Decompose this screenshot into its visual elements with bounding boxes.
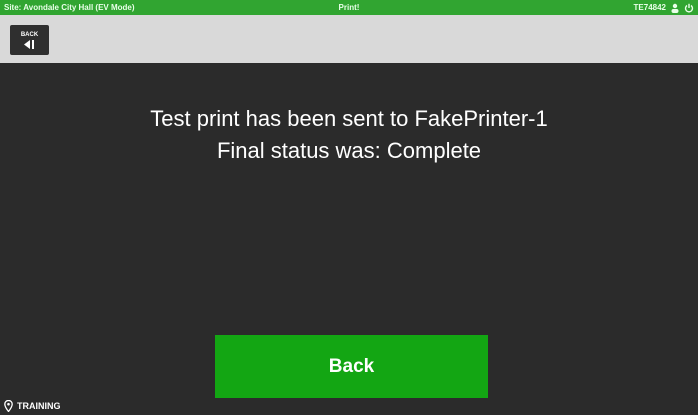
message-line-1: Test print has been sent to FakePrinter-… xyxy=(150,106,548,131)
back-button[interactable]: Back xyxy=(215,335,488,398)
message-area: Test print has been sent to FakePrinter-… xyxy=(0,103,698,167)
training-indicator: TRAINING xyxy=(4,400,61,412)
user-icon xyxy=(670,3,680,13)
toolbar-back-button[interactable]: BACK xyxy=(10,25,49,55)
back-arrow-icon xyxy=(23,39,34,49)
training-label: TRAINING xyxy=(17,401,61,411)
location-pin-icon xyxy=(4,400,13,412)
power-icon[interactable] xyxy=(684,3,694,13)
site-label: Site: Avondale City Hall (EV Mode) xyxy=(4,3,135,12)
status-right: TE74842 xyxy=(634,0,694,15)
status-bar: Site: Avondale City Hall (EV Mode) Print… xyxy=(0,0,698,15)
message-line-2: Final status was: Complete xyxy=(216,138,482,163)
toolbar: BACK xyxy=(0,15,698,63)
device-id: TE74842 xyxy=(633,3,666,12)
toolbar-back-label: BACK xyxy=(20,31,39,38)
